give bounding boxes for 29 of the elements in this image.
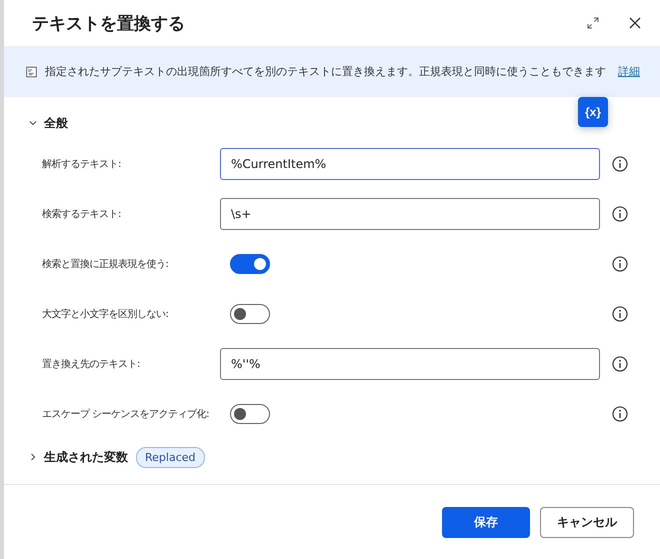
field-label: エスケープ シーケンスをアクティブ化: (42, 408, 210, 421)
description-text: 指定されたサブテキストの出現箇所すべてを別のテキストに置き換えます。正規表現と同時に使うこともできます (45, 64, 606, 79)
chevron-icon (28, 118, 38, 128)
text-field[interactable]: %CurrentItem% (220, 148, 600, 180)
chevron-icon (28, 452, 38, 462)
field-label: 検索と置換に正規表現を使う: (42, 258, 170, 271)
dialog-title: テキストを置換する (32, 12, 186, 34)
text-field[interactable]: \s+ (220, 198, 600, 230)
toggle-switch[interactable] (230, 404, 270, 424)
text-field[interactable]: %''% (220, 348, 600, 380)
variables-button[interactable]: {x} (578, 97, 608, 127)
info-icon[interactable] (612, 256, 628, 272)
toggle-switch[interactable] (230, 254, 270, 274)
section-header[interactable]: 生成された変数 (28, 445, 128, 469)
cancel-button[interactable]: キャンセル (540, 506, 634, 538)
toggle-switch[interactable] (230, 304, 270, 324)
details-link[interactable]: 詳細 (618, 64, 640, 79)
info-icon[interactable] (612, 406, 628, 422)
field-label: 置き換え先のテキスト: (42, 358, 141, 371)
info-icon[interactable] (612, 156, 628, 172)
field-label: 検索するテキスト: (42, 208, 122, 221)
field-label: 解析するテキスト: (42, 158, 122, 171)
section-header[interactable]: 全般 (28, 111, 68, 135)
variable-tag[interactable]: Replaced (136, 446, 204, 468)
save-button[interactable]: 保存 (442, 506, 530, 538)
field-label: 大文字と小文字を区別しない: (42, 308, 170, 321)
info-icon[interactable] (612, 306, 628, 322)
info-icon[interactable] (612, 356, 628, 372)
info-icon[interactable] (612, 206, 628, 222)
